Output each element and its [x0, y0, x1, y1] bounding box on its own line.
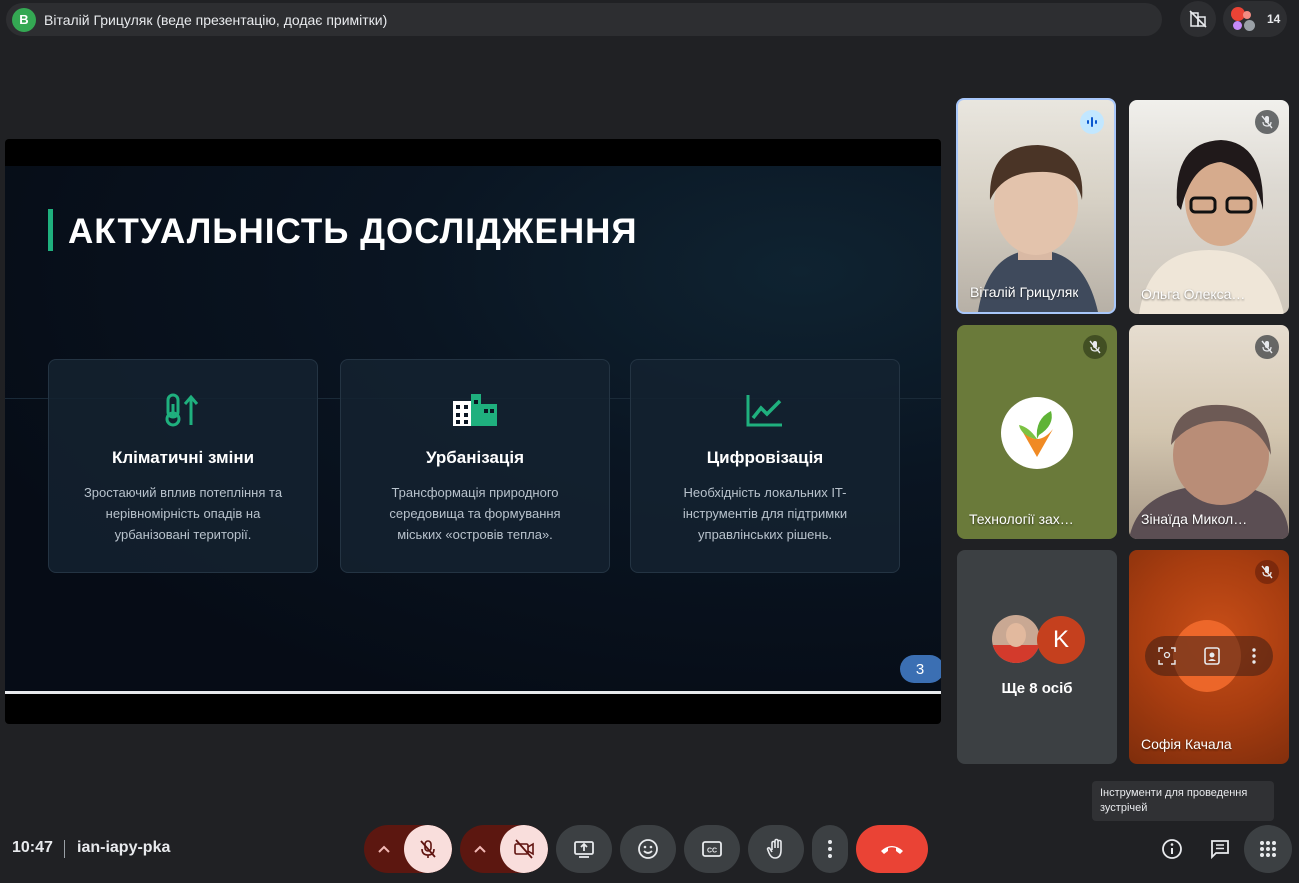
slide-card-urbanization: Урбанізація Трансформація природного сер… [340, 359, 610, 573]
captions-button[interactable]: CC [684, 825, 740, 873]
card-text: Трансформація природного середовища та ф… [389, 485, 561, 542]
speaking-indicator-icon [1080, 110, 1104, 134]
building-off-icon [1189, 10, 1207, 28]
meeting-tools-tooltip: Інструменти для проведення зустрічей [1092, 781, 1274, 821]
card-text: Необхідність локальних IT-інструментів д… [682, 485, 848, 542]
mic-off-icon [1083, 335, 1107, 359]
participant-avatar [992, 615, 1040, 663]
card-title: Кліматичні зміни [111, 448, 255, 467]
slide-canvas: АКТУАЛЬНІСТЬ ДОСЛІДЖЕННЯ Кліматичні змін… [5, 166, 941, 692]
people-button[interactable]: 14 [1223, 1, 1287, 37]
microphone-control [364, 825, 452, 873]
trending-chart-icon [746, 395, 782, 427]
participant-tile[interactable]: Віталій Грицуляк [956, 98, 1116, 314]
presenter-status-text: Віталій Грицуляк (веде презентацію, дода… [44, 11, 388, 28]
chat-button[interactable] [1196, 825, 1244, 873]
more-options-icon[interactable] [1246, 645, 1262, 667]
svg-text:CC: CC [707, 848, 717, 855]
chat-icon [1211, 840, 1229, 860]
chevron-up-icon [474, 845, 486, 853]
mic-off-icon [1255, 335, 1279, 359]
meeting-code: ian-iapy-pka [77, 839, 171, 856]
people-avatars-icon [1231, 7, 1257, 31]
title-accent-bar [48, 209, 53, 251]
videocam-off-icon [514, 839, 534, 859]
closed-caption-icon: CC [702, 841, 722, 857]
participant-name: Софія Качала [1141, 736, 1232, 752]
presentation-slide: АКТУАЛЬНІСТЬ ДОСЛІДЖЕННЯ Кліматичні змін… [5, 139, 941, 724]
chevron-up-icon [378, 845, 390, 853]
visual-effects-icon[interactable] [1199, 643, 1225, 669]
participant-count: 14 [1267, 12, 1281, 26]
meet-window: В Віталій Грицуляк (веде презентацію, до… [0, 0, 1299, 883]
more-participants-label: Ще 8 осіб [1001, 680, 1073, 697]
participant-name: Віталій Грицуляк [970, 284, 1079, 300]
more-options-button[interactable] [812, 825, 848, 873]
camera-control [460, 825, 548, 873]
participant-tile[interactable]: Технології зах… [957, 325, 1117, 539]
emoji-icon [638, 839, 658, 859]
participant-avatar: K [1037, 616, 1085, 664]
frame-person-icon[interactable] [1156, 645, 1178, 667]
divider [64, 840, 65, 858]
participant-name: Зінаїда Микол… [1141, 511, 1248, 527]
card-title: Урбанізація [425, 448, 525, 467]
apps-grid-icon [1260, 841, 1276, 857]
slide-card-climate: Кліматичні зміни Зростаючий вплив потепл… [48, 359, 318, 573]
call-end-icon [881, 846, 903, 854]
meeting-details-button[interactable] [1148, 825, 1196, 873]
presenter-banner: В Віталій Грицуляк (веде презентацію, до… [6, 3, 1162, 36]
reactions-button[interactable] [620, 825, 676, 873]
participant-tile[interactable]: Ольга Олекса… [1129, 100, 1289, 314]
hide-tiles-button[interactable] [1180, 1, 1216, 37]
organization-logo [1001, 397, 1073, 469]
raise-hand-button[interactable] [748, 825, 804, 873]
info-icon [1162, 839, 1182, 859]
hand-icon [766, 838, 782, 859]
mic-off-icon [1255, 560, 1279, 584]
audio-options-button[interactable] [364, 825, 404, 873]
participant-name: Технології зах… [969, 511, 1074, 527]
mic-off-icon [1255, 110, 1279, 134]
thermometer-up-icon [165, 393, 199, 427]
present-to-all-icon [574, 841, 594, 858]
city-buildings-icon [453, 394, 497, 426]
presenter-avatar: В [12, 7, 36, 32]
camera-toggle-button[interactable] [500, 825, 548, 873]
meeting-time: 10:47 [12, 839, 53, 856]
mic-off-icon [420, 840, 436, 858]
video-options-button[interactable] [460, 825, 500, 873]
more-participants-tile[interactable]: K Ще 8 осіб [957, 550, 1117, 764]
card-title: Цифровізація [706, 448, 824, 467]
slide-card-digitalization: Цифровізація Необхідність локальних IT-і… [630, 359, 900, 573]
card-text: Зростаючий вплив потепління та нерівномі… [83, 485, 283, 542]
activities-button[interactable] [1244, 825, 1292, 873]
participant-name: Ольга Олекса… [1141, 286, 1246, 302]
tile-hover-controls [1145, 636, 1273, 676]
participant-tile[interactable]: Зінаїда Микол… [1129, 325, 1289, 539]
more-vert-icon [828, 840, 832, 858]
slide-title: АКТУАЛЬНІСТЬ ДОСЛІДЖЕННЯ [68, 212, 638, 251]
participant-tile[interactable]: Софія Качала [1129, 550, 1289, 764]
leave-call-button[interactable] [856, 825, 928, 873]
mic-toggle-button[interactable] [404, 825, 452, 873]
slide-progress-bar [5, 691, 941, 694]
slide-page-number: 3 [900, 655, 941, 683]
present-screen-button[interactable] [556, 825, 612, 873]
